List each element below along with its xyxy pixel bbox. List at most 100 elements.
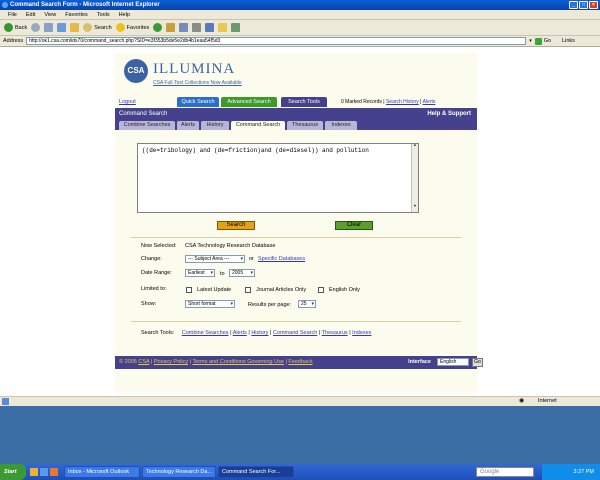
specific-databases-link[interactable]: Specific Databases	[258, 256, 305, 262]
task-outlook[interactable]: Inbox - Microsoft Outlook	[64, 466, 140, 478]
quicklaunch-ie-icon[interactable]	[40, 468, 48, 476]
address-input[interactable]	[26, 37, 527, 45]
search-button[interactable]: Search	[217, 221, 255, 230]
search-button[interactable]: Search	[83, 23, 112, 32]
clear-button[interactable]: Clear	[335, 221, 373, 230]
media-icon[interactable]	[153, 23, 163, 32]
interface-select[interactable]: English	[437, 358, 469, 366]
go-button[interactable]: Go	[534, 37, 551, 45]
menu-edit[interactable]: Edit	[26, 12, 35, 18]
menu-file[interactable]: File	[8, 12, 17, 18]
command-query-textarea[interactable]: ((de=tribology) and (de=friction)and (de…	[137, 143, 419, 213]
home-icon[interactable]	[70, 23, 80, 32]
google-toolbar[interactable]: Google	[476, 467, 534, 477]
latest-update-checkbox[interactable]	[186, 287, 192, 293]
search-icon	[83, 23, 93, 32]
tab-history[interactable]: History	[201, 121, 229, 130]
advanced-search-button[interactable]: Advanced Search	[221, 97, 277, 107]
to-label: to	[220, 271, 225, 277]
task-command-search[interactable]: Command Search For...	[218, 466, 294, 478]
divider	[131, 237, 461, 238]
menu-view[interactable]: View	[44, 12, 56, 18]
combine-searches-link[interactable]: Combine Searches	[182, 330, 229, 336]
edit-icon[interactable]	[205, 23, 215, 32]
print-icon[interactable]	[192, 23, 202, 32]
menu-favorites[interactable]: Favorites	[65, 12, 88, 18]
subject-area-select[interactable]: --- Subject Area ---	[185, 255, 245, 263]
now-selected-label: Now Selected:	[141, 243, 177, 249]
internet-zone-icon: ◉	[519, 398, 525, 404]
close-button[interactable]: ×	[589, 1, 598, 9]
query-scrollbar[interactable]: ▲ ▼	[411, 144, 418, 212]
address-dropdown-icon[interactable]: ▾	[529, 38, 532, 44]
back-arrow-icon	[4, 23, 13, 32]
limited-to-label: Limited to:	[141, 286, 167, 292]
marked-records-count[interactable]: 0 Marked Records	[341, 99, 382, 105]
tab-alerts[interactable]: Alerts	[177, 121, 199, 130]
tab-indexes[interactable]: Indexes	[325, 121, 357, 130]
english-only-checkbox[interactable]	[318, 287, 324, 293]
messenger-icon[interactable]	[231, 23, 241, 32]
links-label[interactable]: Links	[562, 38, 575, 44]
tab-combine-searches[interactable]: Combine Searches	[119, 121, 175, 130]
menu-tools[interactable]: Tools	[97, 12, 110, 18]
search-history-link[interactable]: Search History	[386, 99, 419, 105]
privacy-policy-link[interactable]: Privacy Policy	[154, 359, 188, 365]
command-search-tool-link[interactable]: Command Search	[273, 330, 317, 336]
full-text-promo-link[interactable]: CSA Full-Text Collections Now Available	[153, 80, 242, 86]
alerts-link[interactable]: Alerts	[423, 99, 436, 105]
maximize-button[interactable]: □	[579, 1, 588, 9]
latest-update-label: Latest Update	[197, 287, 232, 293]
quick-search-button[interactable]: Quick Search	[177, 97, 219, 107]
history-icon[interactable]	[166, 23, 176, 32]
feedback-link[interactable]: Feedback	[288, 359, 312, 365]
change-label: Change:	[141, 256, 162, 262]
start-button[interactable]: Start	[0, 464, 26, 480]
window-titlebar: Command Search Form - Microsoft Internet…	[0, 0, 600, 10]
back-button[interactable]: Back	[4, 23, 27, 32]
scroll-down-icon[interactable]: ▼	[412, 205, 418, 212]
terms-link[interactable]: Terms and Conditions Governing Use	[193, 359, 284, 365]
task-technology-research[interactable]: Technology Research Da...	[142, 466, 216, 478]
csa-link[interactable]: CSA	[138, 359, 149, 365]
system-tray: 3:27 PM	[542, 464, 600, 480]
zone-label: Internet	[538, 398, 557, 404]
folder-icon[interactable]	[218, 23, 228, 32]
quicklaunch-outlook-icon[interactable]	[50, 468, 58, 476]
quicklaunch-icon[interactable]	[30, 468, 38, 476]
alerts-tool-link[interactable]: Alerts	[233, 330, 247, 336]
star-icon	[115, 23, 125, 32]
window-title: Command Search Form - Microsoft Internet…	[10, 2, 160, 8]
or-label: or	[249, 256, 254, 262]
thesaurus-tool-link[interactable]: Thesaurus	[322, 330, 348, 336]
divider	[131, 321, 461, 322]
stop-icon[interactable]	[44, 23, 54, 32]
scroll-up-icon[interactable]: ▲	[412, 144, 418, 151]
results-per-page-select[interactable]: 25	[298, 300, 316, 308]
minimize-button[interactable]: _	[569, 1, 578, 9]
help-support-link[interactable]: Help & Support	[427, 108, 471, 120]
favorites-button[interactable]: Favorites	[115, 23, 149, 32]
browser-toolbar: Back Search Favorites	[0, 20, 600, 36]
mail-icon[interactable]	[179, 23, 189, 32]
tab-thesaurus[interactable]: Thesaurus	[287, 121, 323, 130]
history-tool-link[interactable]: History	[251, 330, 268, 336]
indexes-tool-link[interactable]: Indexes	[352, 330, 371, 336]
menu-bar: File Edit View Favorites Tools Help	[0, 10, 600, 20]
address-label: Address	[3, 38, 24, 44]
journal-articles-checkbox[interactable]	[245, 287, 251, 293]
search-tools-button[interactable]: Search Tools	[281, 97, 327, 107]
menu-help[interactable]: Help	[119, 12, 130, 18]
show-format-select[interactable]: Short format	[185, 300, 235, 308]
refresh-icon[interactable]	[57, 23, 67, 32]
status-bar: ◉ Internet	[0, 396, 600, 406]
forward-arrow-icon[interactable]	[31, 23, 41, 32]
show-label: Show:	[141, 301, 157, 307]
date-from-select[interactable]: Earliest	[185, 269, 215, 277]
csa-page: CSA ILLUMINA CSA Full-Text Collections N…	[115, 53, 483, 393]
date-range-label: Date Range:	[141, 270, 172, 276]
date-to-select[interactable]: 2005	[229, 269, 255, 277]
interface-go-button[interactable]: Go	[472, 358, 483, 367]
logout-link[interactable]: Logout	[119, 99, 136, 105]
tab-command-search[interactable]: Command Search	[231, 121, 285, 130]
